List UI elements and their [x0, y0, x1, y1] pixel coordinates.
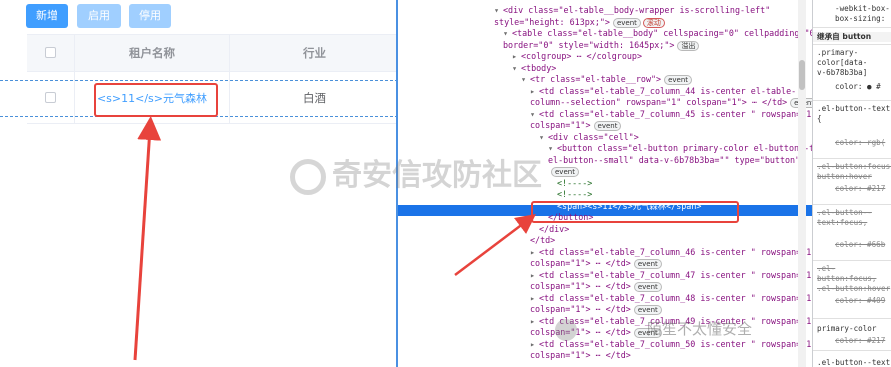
annotation-arrows [133, 116, 536, 361]
arrow-to-cell-icon [133, 116, 162, 361]
arrow-to-node-icon [454, 213, 536, 276]
